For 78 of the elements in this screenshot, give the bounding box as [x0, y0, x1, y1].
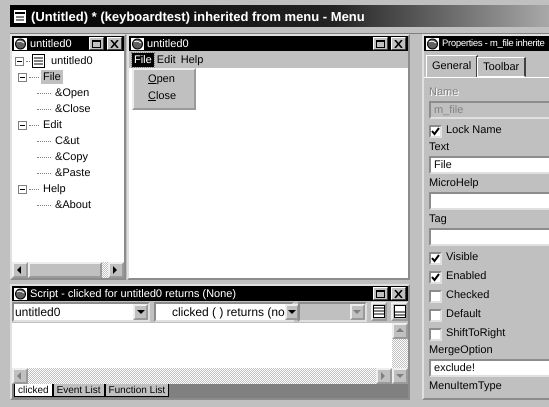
checkbox[interactable] [429, 290, 442, 303]
menu-option[interactable]: Close [134, 89, 194, 106]
tree-item[interactable]: File [41, 70, 63, 84]
panel-title: untitled0 [30, 38, 73, 50]
checkbox-label: Visible [446, 251, 478, 265]
input-field[interactable] [429, 228, 549, 246]
maximize-button[interactable] [373, 37, 388, 50]
dropdown-field[interactable]: untitled0 [12, 302, 150, 322]
input-field[interactable]: File [429, 156, 549, 174]
document-icon [13, 8, 27, 24]
input-field[interactable] [429, 192, 549, 210]
tab[interactable]: Function List [104, 384, 170, 397]
close-icon [110, 40, 119, 48]
maximize-button[interactable] [89, 37, 104, 50]
tree-item[interactable]: &Paste [53, 166, 92, 180]
collapse-icon[interactable] [18, 72, 27, 82]
close-icon [394, 40, 403, 48]
checkbox[interactable] [429, 271, 442, 284]
tree-item[interactable]: untitled0 [49, 54, 95, 68]
checkbox-label: Enabled [446, 270, 486, 284]
tree-item[interactable]: &About [53, 198, 94, 212]
field-label: MergeOption [429, 344, 494, 358]
checkbox-label: ShiftToRight [446, 327, 506, 341]
vertical-scrollbar[interactable] [392, 323, 408, 384]
field-label: MenuItemType [429, 380, 503, 394]
collapse-icon[interactable] [15, 56, 24, 66]
checkbox-label: Default [446, 308, 481, 322]
tree-item[interactable]: Edit [41, 118, 64, 132]
down-arrow-icon [352, 307, 362, 317]
down-arrow-icon [395, 371, 405, 381]
tree-item[interactable]: Help [41, 182, 68, 196]
tab[interactable]: Event List [52, 384, 104, 397]
maximize-icon [92, 40, 101, 48]
scroll-left-button[interactable] [12, 262, 28, 278]
panel-title: untitled0 [147, 38, 190, 50]
maximize-icon [376, 40, 385, 48]
close-button[interactable] [391, 287, 406, 300]
tree-item[interactable]: &Close [53, 102, 92, 116]
field-label: MicroHelp [429, 177, 480, 191]
down-arrow-icon [136, 307, 146, 317]
tree-item[interactable]: C&ut [53, 134, 82, 148]
tab[interactable]: clicked [14, 384, 53, 397]
panel-title: Properties - m_file inherite [442, 38, 546, 49]
panel-title: Script - clicked for untitled0 returns (None) [30, 288, 238, 300]
checkbox-label: Lock Name [446, 124, 502, 138]
tree-item[interactable]: &Open [53, 86, 92, 100]
checkbox[interactable] [429, 252, 442, 265]
field-label: Name [429, 86, 460, 100]
checkbox[interactable] [429, 125, 442, 138]
horizontal-scrollbar[interactable] [12, 262, 124, 278]
maximize-button[interactable] [373, 287, 388, 300]
tab[interactable]: Toolbar [477, 57, 526, 77]
scroll-right-button[interactable] [108, 262, 124, 278]
checkbox[interactable] [429, 309, 442, 322]
menu-option[interactable]: Open [134, 72, 194, 89]
close-button[interactable] [107, 37, 122, 50]
field-label: Text [429, 141, 450, 155]
window-title: (Untitled) * (keyboardtest) inherited from menu - Menu [31, 8, 365, 24]
close-icon [394, 290, 403, 298]
tab[interactable]: General [426, 55, 478, 77]
tree-item[interactable]: &Copy [53, 150, 90, 164]
single-view-button[interactable] [391, 302, 408, 321]
collapse-icon[interactable] [18, 120, 27, 130]
maximize-icon [376, 290, 385, 298]
checkbox-label: Checked [446, 289, 490, 303]
checkbox[interactable] [429, 328, 442, 341]
down-arrow-icon [286, 307, 297, 317]
input-field[interactable]: exclude! [429, 359, 549, 377]
field-label: Tag [429, 213, 448, 227]
menu-item[interactable]: Help [178, 52, 206, 66]
scroll-down-button[interactable] [392, 368, 408, 384]
collapse-icon[interactable] [18, 184, 27, 194]
menu-item[interactable]: File [132, 52, 154, 66]
close-button[interactable] [391, 37, 406, 50]
menu-icon [32, 54, 45, 68]
split-view-button[interactable] [370, 302, 388, 321]
scroll-up-button[interactable] [392, 323, 408, 339]
menu-item[interactable]: Edit [154, 52, 178, 66]
